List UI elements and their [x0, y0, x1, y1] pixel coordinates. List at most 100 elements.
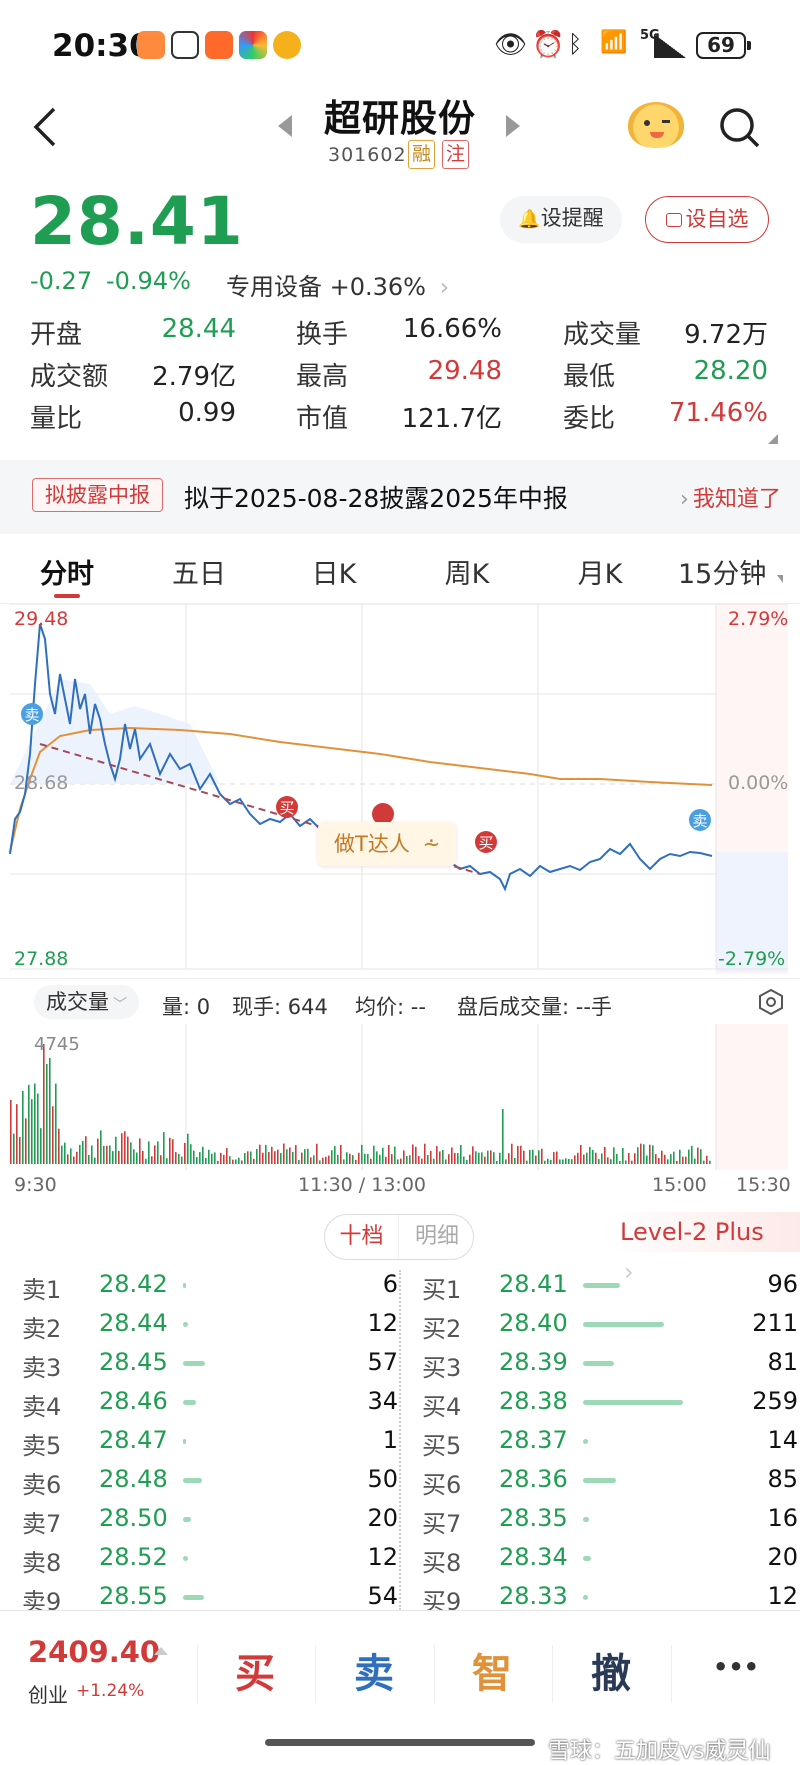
add-watchlist-button[interactable]: 设自选	[645, 196, 769, 243]
expand-corner-icon[interactable]	[768, 434, 778, 444]
tab-ten-levels[interactable]: 十档	[325, 1215, 399, 1259]
volume-bar	[364, 1153, 366, 1164]
volume-bar	[649, 1144, 651, 1164]
volume-bar	[328, 1155, 330, 1164]
volume-bar	[283, 1143, 285, 1164]
tab-15min[interactable]: 15分钟	[678, 552, 798, 591]
stat-label: 成交量	[563, 320, 642, 350]
volume-bar	[517, 1145, 519, 1164]
volume-bar	[208, 1149, 210, 1164]
order-price: 28.42	[99, 1270, 168, 1298]
level2-plus-button[interactable]: Level-2 Plus ›	[602, 1212, 800, 1286]
volume-bar	[121, 1133, 123, 1164]
volume-bar	[451, 1147, 453, 1164]
tab-monthly-k[interactable]: 月K	[540, 552, 660, 591]
volume-bar	[409, 1155, 411, 1164]
pct-high-label: 2.79%	[728, 608, 789, 630]
tab-daily-k[interactable]: 日K	[274, 552, 394, 591]
volume-bar	[292, 1151, 294, 1164]
dismiss-banner-link[interactable]: › 我知道了	[680, 481, 781, 513]
trader-overlay-button[interactable]: 做T达人 ⩪	[318, 822, 457, 866]
volume-bar	[103, 1145, 105, 1164]
wifi-icon: 📶	[600, 30, 628, 55]
tab-details[interactable]: 明细	[400, 1215, 474, 1259]
volume-bar	[637, 1147, 639, 1164]
volume-bar	[337, 1154, 339, 1164]
volume-bar	[370, 1158, 372, 1164]
volume-bar	[313, 1155, 315, 1164]
order-price: 28.52	[99, 1543, 168, 1571]
volume-bar	[490, 1150, 492, 1164]
order-price: 28.45	[99, 1348, 168, 1376]
volume-bar	[541, 1148, 543, 1164]
volume-bar	[178, 1153, 180, 1164]
next-stock-button[interactable]	[506, 115, 520, 137]
set-alert-button[interactable]: 🔔设提醒	[500, 196, 622, 243]
order-price: 28.50	[99, 1504, 168, 1532]
order-depth-bar	[183, 1283, 186, 1288]
volume-bar	[526, 1160, 528, 1164]
stat-value: 0.99	[178, 398, 236, 428]
volume-bar	[664, 1154, 666, 1164]
sell-button[interactable]: 卖	[324, 1641, 424, 1699]
volume-bar	[658, 1157, 660, 1164]
intraday-chart[interactable]: 卖 买 买 卖 29.48 28.68 27.88 2.79% 0.00% -2…	[0, 603, 800, 974]
volume-bar	[52, 1106, 54, 1164]
volume-bar	[550, 1159, 552, 1164]
volume-avg: 均价: --	[355, 995, 426, 1019]
volume-bar	[613, 1147, 615, 1164]
mascot-icon[interactable]	[628, 102, 684, 148]
order-level-label: 买1	[422, 1276, 462, 1304]
index-ticker[interactable]: 2409.40 创业 +1.24%	[28, 1635, 178, 1707]
cancel-order-button[interactable]: 撤	[561, 1641, 661, 1699]
volume-bar	[157, 1141, 159, 1164]
volume-bar	[493, 1152, 495, 1164]
bell-icon: 🔔	[518, 209, 541, 230]
margin-badge: 融	[408, 140, 435, 169]
chevron-down-icon: ﹀	[113, 997, 127, 1013]
status-bar: 20:30 👁 ⏰ ᛒ 📶 5G 69	[0, 0, 800, 90]
chart-tabs: 分时 五日 日K 周K 月K 15分钟	[0, 534, 800, 604]
volume-bar	[340, 1144, 342, 1164]
volume-bar	[262, 1152, 264, 1164]
volume-bar	[697, 1147, 699, 1164]
order-level-label: 买7	[422, 1510, 462, 1538]
time-end: 15:00	[652, 1174, 707, 1196]
volume-bar	[412, 1144, 414, 1164]
share-icon: ⩪	[422, 832, 441, 856]
y-mid-label: 28.68	[14, 772, 69, 794]
volume-selector[interactable]: 成交量 ﹀	[34, 985, 139, 1019]
volume-bar	[211, 1153, 213, 1164]
volume-bar	[418, 1156, 420, 1164]
eye-icon: 👁	[494, 30, 528, 60]
volume-bar	[16, 1104, 18, 1164]
volume-bar	[235, 1159, 237, 1164]
orderbook-divider	[399, 1270, 401, 1610]
smart-button[interactable]: 智	[442, 1641, 542, 1699]
stat-value: 121.7亿	[401, 404, 502, 434]
volume-bar	[124, 1131, 126, 1164]
sector-link[interactable]: 专用设备 +0.36% ›	[226, 267, 449, 302]
volume-bar	[88, 1154, 90, 1164]
buy-button[interactable]: 买	[205, 1641, 305, 1699]
more-button[interactable]: •••	[686, 1653, 786, 1681]
tab-intraday[interactable]: 分时	[7, 552, 127, 591]
volume-bar	[694, 1158, 696, 1164]
search-button[interactable]	[718, 106, 762, 150]
order-price: 28.36	[499, 1465, 568, 1493]
volume-bar	[232, 1159, 234, 1164]
order-depth-bar	[183, 1361, 205, 1366]
volume-bar	[709, 1160, 711, 1164]
volume-bar	[175, 1152, 177, 1164]
tab-five-day[interactable]: 五日	[139, 552, 259, 591]
volume-bar	[472, 1146, 474, 1164]
volume-bar	[259, 1144, 261, 1164]
volume-bar	[625, 1160, 627, 1164]
stat-value: 29.48	[427, 356, 502, 386]
settings-button[interactable]	[758, 988, 784, 1016]
volume-bar	[580, 1144, 582, 1164]
order-quantity: 96	[767, 1270, 798, 1298]
stat-label: 最高	[296, 362, 349, 392]
volume-bar	[172, 1139, 174, 1164]
tab-weekly-k[interactable]: 周K	[407, 552, 527, 591]
